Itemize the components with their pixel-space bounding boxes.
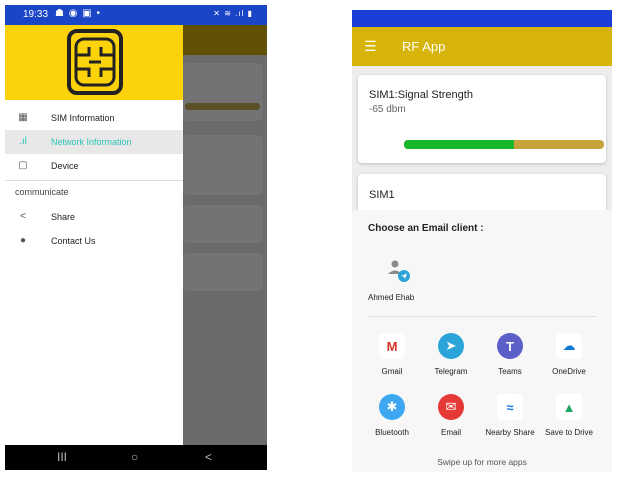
app-toolbar: ☰ RF App [352, 27, 612, 66]
home-button[interactable]: ○ [131, 450, 138, 464]
share-icon: < [20, 211, 26, 222]
direct-share-contact[interactable]: Ahmed Ehab [368, 257, 428, 302]
drawer-item-share[interactable]: < Share [5, 205, 183, 229]
sim-card-icon: ▦ [18, 112, 28, 123]
drawer-item-label: Share [51, 212, 76, 222]
share-target-label: Email [440, 428, 461, 437]
menu-icon[interactable]: ☰ [364, 38, 377, 55]
teams-icon: T [497, 333, 523, 359]
drawer-header [5, 25, 183, 100]
signal-strength-card[interactable]: SIM1:Signal Strength -65 dbm [358, 75, 606, 163]
back-button[interactable]: < [205, 450, 212, 464]
sheet-title: Choose an Email client : [368, 223, 484, 234]
share-target-bluetooth[interactable]: ✱ Bluetooth [360, 394, 424, 437]
share-target-label: Save to Drive [544, 428, 594, 437]
drawer-item-label: Device [51, 161, 79, 171]
share-target-label: OneDrive [552, 367, 586, 376]
sim1-card[interactable]: SIM1 [358, 174, 606, 214]
share-target-gmail[interactable]: M Gmail [360, 333, 424, 376]
contact-avatar-icon [388, 260, 410, 282]
help-icon: ● [19, 235, 27, 246]
telegram-icon: ➤ [438, 333, 464, 359]
drawer-section-communicate: communicate [15, 187, 69, 197]
share-target-label: Teams [498, 367, 522, 376]
drawer-item-contact-us[interactable]: ● Contact Us [5, 229, 183, 253]
drawer-item-label: Contact Us [51, 236, 96, 246]
recents-button[interactable]: III [57, 450, 67, 464]
status-bar: 19:33 ☗ ◉ ▣ • ✕ ≋ .ıl ▮ [5, 5, 267, 25]
right-phone-screen: ☰ RF App SIM1:Signal Strength -65 dbm SI… [352, 10, 612, 472]
share-target-label: Telegram [434, 367, 468, 376]
sheet-divider [368, 316, 596, 317]
sim-chip-logo-icon [67, 29, 123, 95]
device-icon: ▢ [18, 160, 28, 171]
contact-name: Ahmed Ehab [368, 293, 415, 302]
google-drive-icon: ▲ [556, 394, 582, 420]
drawer-item-label: Network Information [51, 137, 132, 147]
signal-value: -65 dbm [369, 104, 406, 115]
bluetooth-icon: ✱ [379, 394, 405, 420]
share-target-onedrive[interactable]: ☁ OneDrive [537, 333, 601, 376]
swipe-up-hint: Swipe up for more apps [437, 457, 527, 467]
drawer-item-device[interactable]: ▢ Device [5, 154, 183, 178]
email-chooser-sheet: Choose an Email client : Ahmed Ehab M Gma… [352, 210, 612, 472]
navigation-drawer: ▦ SIM Information .ıl Network Informatio… [5, 25, 183, 445]
signal-strength-fill [404, 140, 514, 149]
drawer-item-network-information[interactable]: .ıl Network Information [5, 130, 183, 154]
share-target-email[interactable]: ✉ Email [419, 394, 483, 437]
system-status-icons: ✕ ≋ .ıl ▮ [213, 9, 253, 18]
system-nav-bar: III ○ < [5, 445, 267, 470]
status-time: 19:33 [23, 9, 49, 20]
share-target-save-to-drive[interactable]: ▲ Save to Drive [537, 394, 601, 437]
notification-icons: ☗ ◉ ▣ • [55, 8, 101, 19]
left-phone-screen: 19:33 ☗ ◉ ▣ • ✕ ≋ .ıl ▮ ▦ SIM Informatio… [5, 5, 267, 470]
share-target-nearby-share[interactable]: ≈ Nearby Share [478, 394, 542, 437]
signal-bars-icon: .ıl [19, 136, 27, 147]
email-icon: ✉ [438, 394, 464, 420]
drawer-item-label: SIM Information [51, 113, 115, 123]
drawer-item-sim-information[interactable]: ▦ SIM Information [5, 106, 183, 130]
gmail-icon: M [379, 333, 405, 359]
nearby-share-icon: ≈ [497, 394, 523, 420]
share-target-label: Nearby Share [485, 428, 535, 437]
share-target-label: Gmail [381, 367, 403, 376]
share-target-telegram[interactable]: ➤ Telegram [419, 333, 483, 376]
signal-strength-bar [404, 140, 604, 149]
signal-card-title: SIM1:Signal Strength [369, 89, 473, 101]
status-bar [352, 10, 612, 27]
app-title: RF App [402, 39, 446, 54]
onedrive-icon: ☁ [556, 333, 582, 359]
share-target-label: Bluetooth [375, 428, 409, 437]
share-target-teams[interactable]: T Teams [478, 333, 542, 376]
sim1-card-title: SIM1 [369, 189, 395, 201]
